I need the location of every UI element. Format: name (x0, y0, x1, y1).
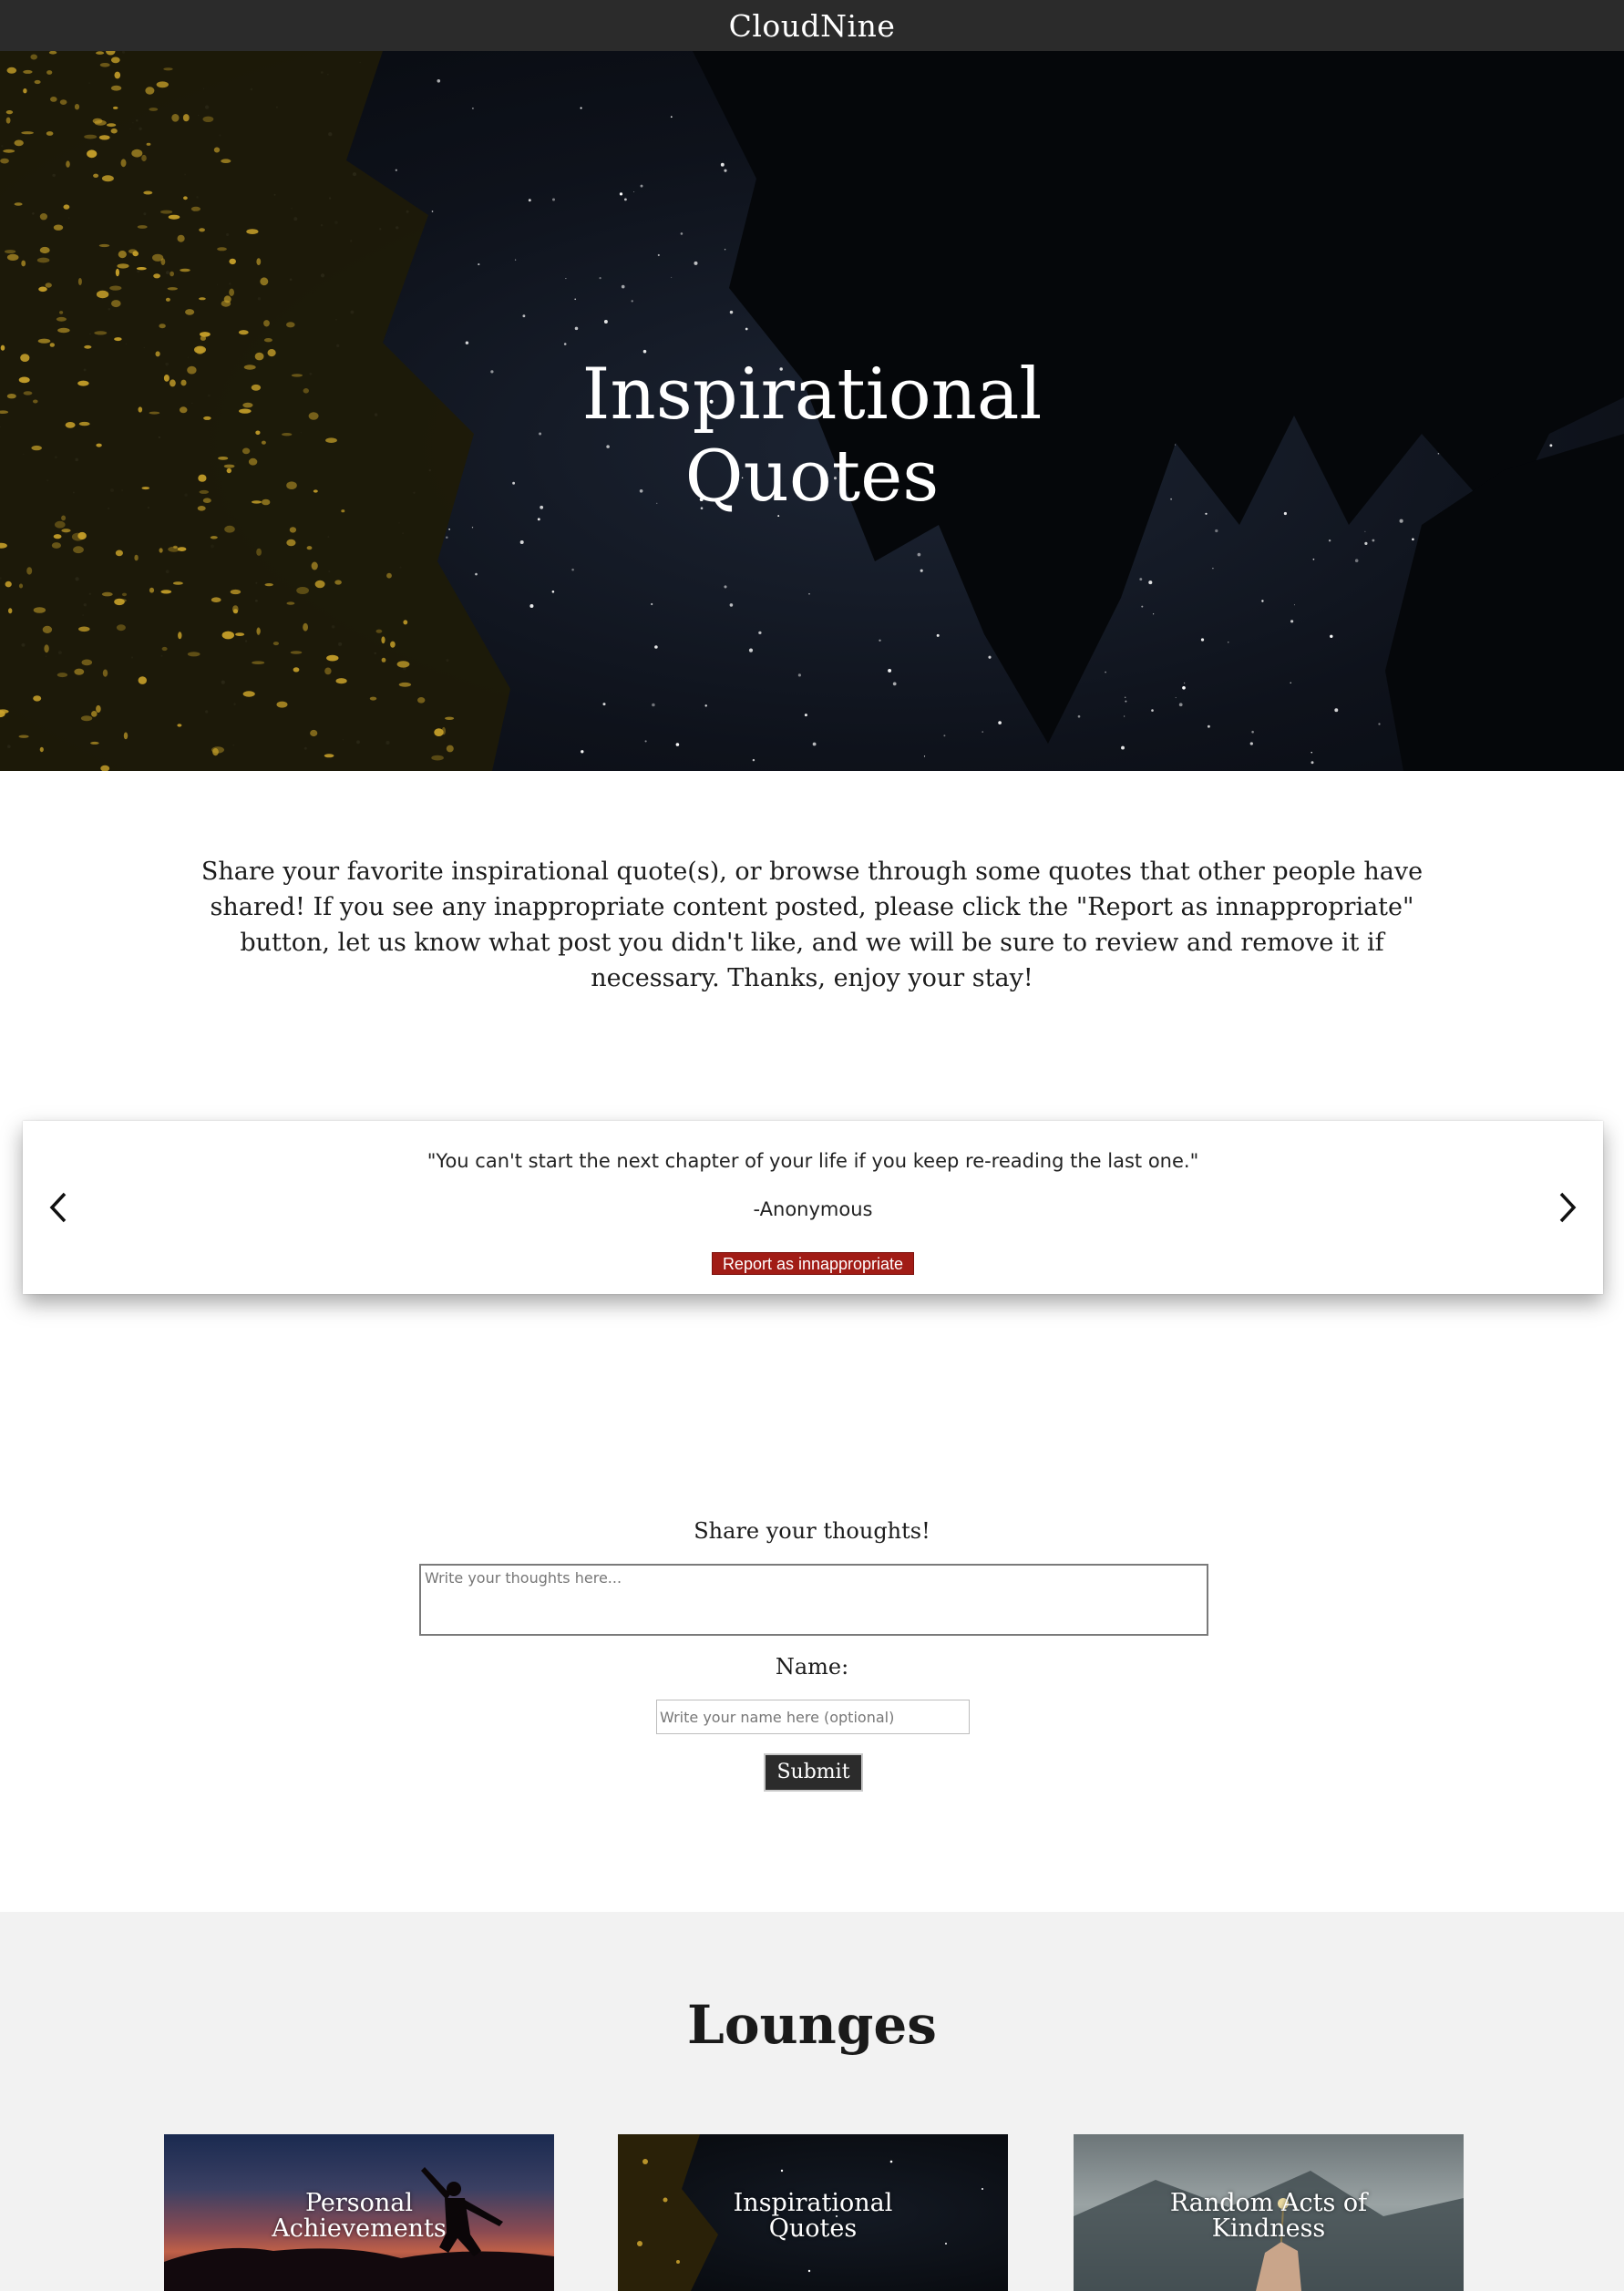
quote-author: -Anonymous (753, 1198, 873, 1220)
hero-title-line-1: Inspirational (581, 354, 1043, 437)
chevron-right-icon[interactable] (1550, 1187, 1583, 1228)
lounge-card-label: Inspirational Quotes (618, 2191, 1008, 2242)
top-nav-bar: CloudNine (0, 0, 1624, 51)
lounge-card-line-1: Inspirational (733, 2189, 893, 2217)
brand-logo[interactable]: CloudNine (729, 8, 896, 44)
lounge-card-line-2: Achievements (272, 2214, 447, 2243)
lounges-title: Lounges (687, 1994, 937, 2057)
lounge-card-random-acts-of-kindness[interactable]: Random Acts of Kindness (1074, 2134, 1464, 2291)
name-input[interactable]: Write your name here (optional) (656, 1700, 970, 1734)
thoughts-placeholder: Write your thoughts here... (425, 1569, 622, 1587)
hero-title-line-2: Quotes (684, 436, 940, 519)
lounge-card-line-1: Personal (304, 2189, 414, 2217)
lounge-card-line-1: Random Acts of (1169, 2189, 1368, 2217)
intro-paragraph: Share your favorite inspirational quote(… (200, 858, 1424, 992)
report-inappropriate-button[interactable]: Report as innappropriate (712, 1252, 914, 1275)
hero-title: Inspirational Quotes (0, 354, 1624, 518)
lounge-card-line-2: Kindness (1211, 2214, 1326, 2243)
lounges-section: Lounges Personal Achievements Inspiratio… (0, 1912, 1624, 2291)
name-label: Name: (775, 1654, 849, 1680)
name-placeholder: Write your name here (optional) (660, 1709, 895, 1726)
thoughts-textarea[interactable]: Write your thoughts here... (419, 1564, 1208, 1636)
hero-banner: Inspirational Quotes (0, 51, 1624, 771)
share-thoughts-title: Share your thoughts! (694, 1518, 930, 1544)
submit-button[interactable]: Submit (764, 1753, 863, 1792)
lounge-card-label: Personal Achievements (164, 2191, 554, 2242)
lounge-card-line-2: Quotes (768, 2214, 858, 2243)
quote-text: "You can't start the next chapter of you… (427, 1150, 1199, 1172)
quote-carousel: "You can't start the next chapter of you… (23, 1121, 1603, 1294)
lounge-card-label: Random Acts of Kindness (1074, 2191, 1464, 2242)
lounge-card-inspirational-quotes[interactable]: Inspirational Quotes (618, 2134, 1008, 2291)
lounge-card-personal-achievements[interactable]: Personal Achievements (164, 2134, 554, 2291)
